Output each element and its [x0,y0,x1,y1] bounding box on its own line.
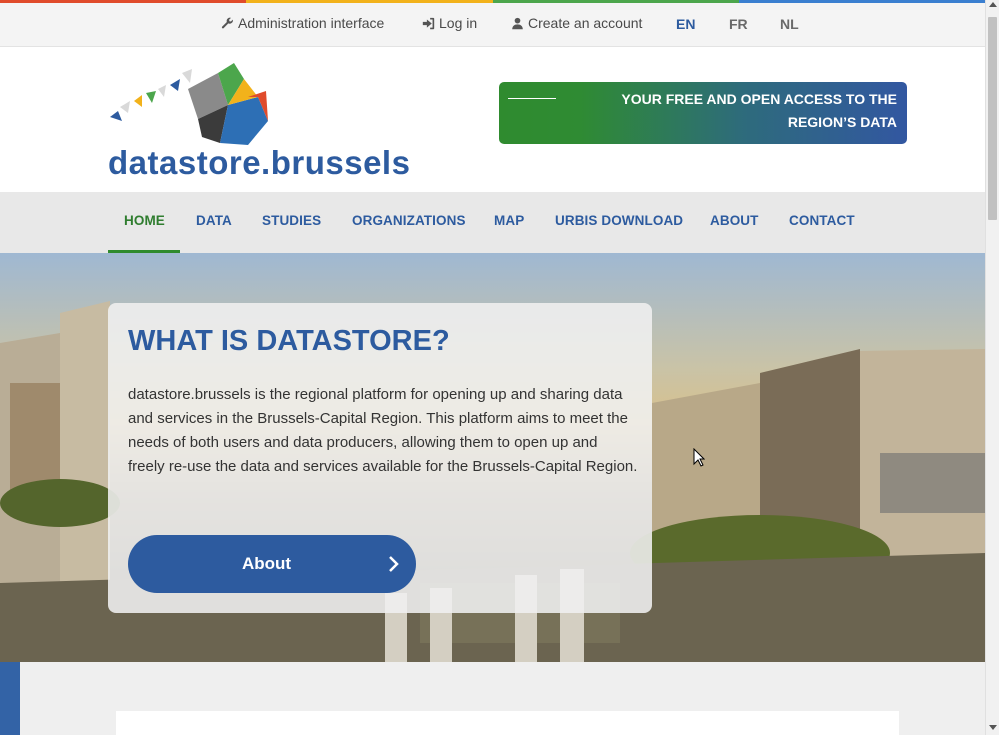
scroll-up-arrow-icon[interactable] [989,2,997,7]
nav-item-home[interactable]: HOME [124,213,165,228]
login-link[interactable]: Log in [422,15,477,31]
hero-banner: WHAT IS DATASTORE? datastore.brussels is… [0,253,985,662]
nav-item-urbis-download[interactable]: URBIS DOWNLOAD [555,213,683,228]
nav-item-organizations[interactable]: ORGANIZATIONS [352,213,466,228]
admin-interface-label: Administration interface [238,15,385,31]
create-account-link[interactable]: Create an account [511,15,642,31]
about-button[interactable]: About [128,535,416,593]
login-label: Log in [439,15,478,31]
nav-item-studies[interactable]: STUDIES [262,213,321,228]
logo-text[interactable]: datastore.brussels [108,144,410,182]
user-icon [512,17,523,29]
nav-item-about[interactable]: ABOUT [710,213,759,228]
scroll-down-arrow-icon[interactable] [989,725,997,730]
site-header: datastore.brussels YOUR FREE AND OPEN AC… [0,47,985,192]
tagline-divider [508,98,556,99]
language-nl[interactable]: NL [780,16,799,32]
chevron-right-icon [389,556,399,572]
nav-item-contact[interactable]: CONTACT [789,213,855,228]
tagline-banner: YOUR FREE AND OPEN ACCESS TO THE REGION’… [499,82,907,144]
nav-item-map[interactable]: MAP [494,213,524,228]
language-fr[interactable]: FR [729,16,748,32]
tagline-text: YOUR FREE AND OPEN ACCESS TO THE REGION’… [621,91,897,130]
wrench-icon [221,17,233,28]
intro-title: WHAT IS DATASTORE? [128,325,450,357]
main-nav: HOME DATA STUDIES ORGANIZATIONS MAP URBI… [0,192,985,253]
language-en[interactable]: EN [676,16,695,32]
content-card [116,711,899,735]
utility-bar: Administration interface Log in Create a… [0,3,985,47]
nav-item-data[interactable]: DATA [196,213,232,228]
content-section [0,662,985,735]
mouse-cursor-icon [693,448,705,467]
page-scrollbar[interactable] [985,0,999,735]
logo-graphic[interactable] [108,61,270,145]
intro-card: WHAT IS DATASTORE? datastore.brussels is… [108,303,652,613]
intro-description: datastore.brussels is the regional platf… [128,386,638,475]
side-accent-bar [0,662,20,735]
create-account-label: Create an account [528,15,643,31]
scrollbar-thumb[interactable] [988,17,997,220]
sign-in-icon [422,17,435,29]
about-button-label: About [241,554,292,573]
admin-interface-link[interactable]: Administration interface [221,15,384,31]
